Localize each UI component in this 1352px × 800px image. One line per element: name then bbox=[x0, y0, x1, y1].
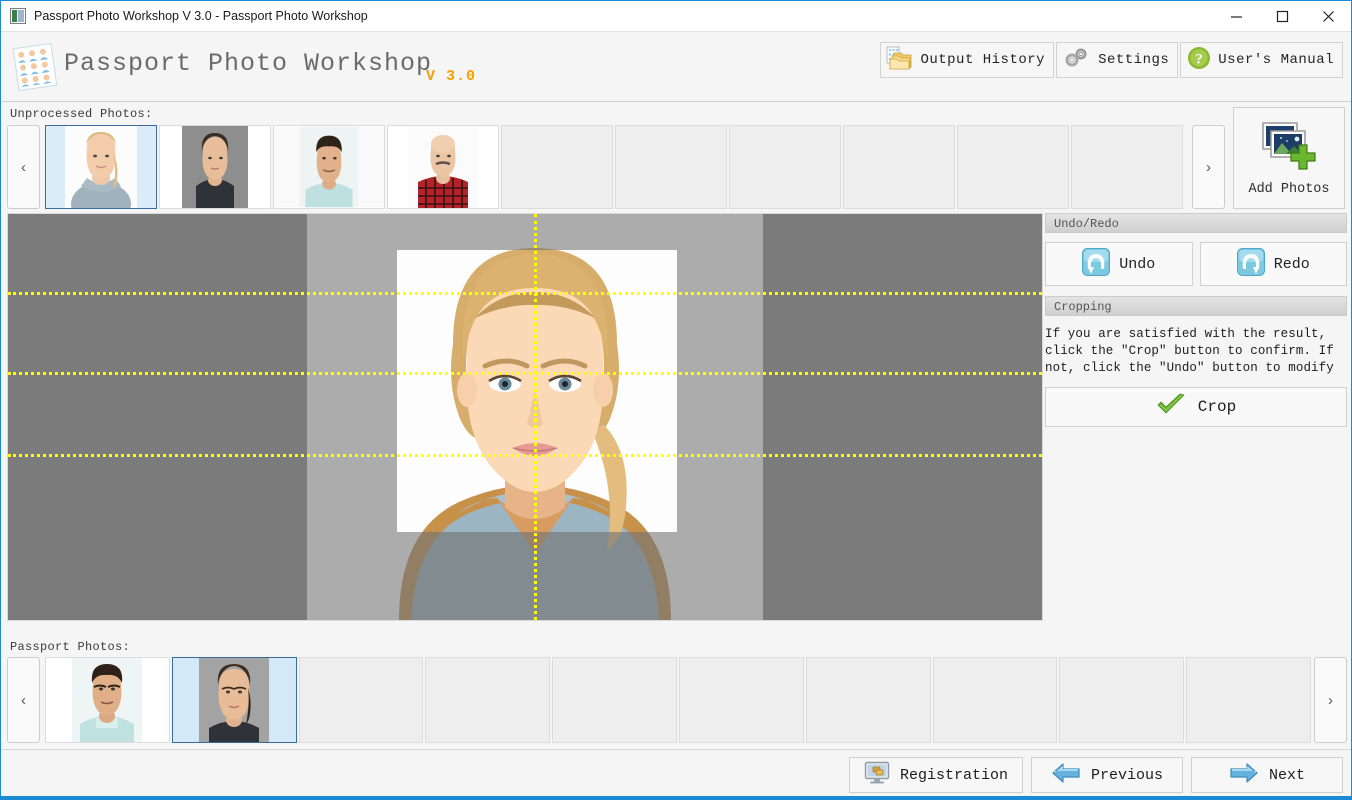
thumbnail-photo bbox=[49, 126, 153, 208]
blue-left-arrow-icon bbox=[1051, 762, 1081, 789]
passport-thumbnail-8[interactable] bbox=[932, 657, 1058, 743]
title-bar: Passport Photo Workshop V 3.0 - Passport… bbox=[1, 1, 1351, 32]
undo-redo-group-title: Undo/Redo bbox=[1045, 213, 1347, 233]
redo-arrow-icon bbox=[1236, 247, 1265, 281]
version-label: V 3.0 bbox=[426, 68, 477, 85]
users-manual-button[interactable]: ? User's Manual bbox=[1180, 42, 1343, 78]
thumbnail-photo bbox=[274, 126, 384, 208]
application-window: Passport Photo Workshop V 3.0 - Passport… bbox=[0, 0, 1352, 800]
folder-stack-icon bbox=[886, 45, 914, 76]
passport-thumbnail-4[interactable] bbox=[425, 657, 551, 743]
passport-thumbnail-3[interactable] bbox=[298, 657, 424, 743]
passport-photos-label: Passport Photos: bbox=[10, 640, 131, 654]
redo-label: Redo bbox=[1273, 255, 1310, 273]
gears-icon bbox=[1062, 45, 1092, 76]
crop-label: Crop bbox=[1197, 398, 1237, 416]
editor-photo bbox=[307, 214, 763, 620]
footer-buttons: Registration Previous Next bbox=[848, 757, 1343, 793]
unprocessed-thumbnail-1[interactable] bbox=[45, 125, 157, 209]
passport-photo-sheet-logo bbox=[12, 42, 58, 92]
app-header: Passport Photo Workshop V 3.0 Output His… bbox=[2, 32, 1351, 102]
green-check-icon bbox=[1156, 393, 1186, 422]
undo-redo-buttons: Undo Redo bbox=[1045, 242, 1347, 286]
undo-arrow-icon bbox=[1082, 247, 1111, 281]
next-button[interactable]: Next bbox=[1191, 757, 1343, 793]
registration-monitor-icon bbox=[864, 761, 890, 790]
redo-button[interactable]: Redo bbox=[1199, 242, 1347, 286]
unprocessed-thumbnail-7[interactable] bbox=[729, 125, 841, 209]
add-photos-button[interactable]: Add Photos bbox=[1233, 107, 1345, 209]
unprocessed-thumbnail-row bbox=[45, 125, 1188, 209]
unprocessed-thumbnail-10[interactable] bbox=[1071, 125, 1183, 209]
passport-thumbnail-1[interactable] bbox=[45, 657, 170, 743]
page-title: Passport Photo Workshop bbox=[64, 49, 433, 78]
output-history-button[interactable]: Output History bbox=[880, 42, 1055, 78]
registration-label: Registration bbox=[899, 766, 1008, 784]
unprocessed-thumbnail-2[interactable] bbox=[159, 125, 271, 209]
registration-button[interactable]: Registration bbox=[848, 757, 1023, 793]
photo-editor-canvas[interactable] bbox=[7, 213, 1043, 621]
unprocessed-thumbnail-9[interactable] bbox=[957, 125, 1069, 209]
users-manual-label: User's Manual bbox=[1218, 52, 1334, 68]
unprocessed-thumbnail-8[interactable] bbox=[843, 125, 955, 209]
green-question-mark-icon: ? bbox=[1186, 45, 1212, 76]
unprocessed-scroll-left-button[interactable]: ‹ bbox=[7, 125, 40, 209]
header-toolbar: Output History Settings ? User's Manual bbox=[880, 42, 1343, 78]
passport-thumbnail-row bbox=[45, 657, 1311, 743]
minimize-button[interactable] bbox=[1213, 1, 1259, 32]
svg-text:?: ? bbox=[1196, 51, 1204, 67]
chevron-left-icon: ‹ bbox=[21, 158, 26, 176]
maximize-button[interactable] bbox=[1259, 1, 1305, 32]
previous-button[interactable]: Previous bbox=[1031, 757, 1183, 793]
thumbnail-photo bbox=[72, 658, 143, 742]
undo-button[interactable]: Undo bbox=[1045, 242, 1193, 286]
unprocessed-photos-strip: ‹ › bbox=[7, 125, 1225, 209]
thumbnail-photo bbox=[182, 126, 248, 208]
passport-thumbnail-5[interactable] bbox=[552, 657, 677, 743]
unprocessed-photos-label: Unprocessed Photos: bbox=[10, 107, 153, 121]
previous-label: Previous bbox=[1090, 766, 1163, 784]
cropping-instruction: If you are satisfied with the result, cl… bbox=[1045, 327, 1334, 375]
chevron-right-icon: › bbox=[1328, 691, 1333, 709]
window-title: Passport Photo Workshop V 3.0 - Passport… bbox=[34, 9, 368, 23]
passport-thumbnail-6[interactable] bbox=[678, 657, 804, 743]
passport-thumbnail-10[interactable] bbox=[1186, 657, 1311, 743]
settings-label: Settings bbox=[1098, 52, 1170, 68]
chevron-left-icon: ‹ bbox=[21, 691, 26, 709]
window-bottom-accent bbox=[1, 796, 1351, 799]
blue-right-arrow-icon bbox=[1229, 762, 1259, 789]
passport-scroll-right-button[interactable]: › bbox=[1314, 657, 1347, 743]
undo-label: Undo bbox=[1119, 255, 1156, 273]
right-tools-panel: Undo/Redo Undo Redo Cropping If you are … bbox=[1045, 213, 1347, 621]
crop-button[interactable]: Crop bbox=[1045, 387, 1347, 427]
window-controls bbox=[1213, 1, 1351, 32]
output-history-label: Output History bbox=[920, 52, 1046, 68]
thumbnail-photo bbox=[408, 126, 478, 208]
unprocessed-thumbnail-4[interactable] bbox=[387, 125, 499, 209]
close-button[interactable] bbox=[1305, 1, 1351, 32]
app-window-icon bbox=[10, 8, 26, 24]
chevron-right-icon: › bbox=[1206, 158, 1211, 176]
passport-thumbnail-9[interactable] bbox=[1059, 657, 1185, 743]
passport-scroll-left-button[interactable]: ‹ bbox=[7, 657, 40, 743]
unprocessed-thumbnail-5[interactable] bbox=[501, 125, 613, 209]
add-photos-icon bbox=[1257, 119, 1321, 176]
passport-thumbnail-2[interactable] bbox=[171, 657, 297, 743]
footer-bar: Registration Previous Next bbox=[1, 750, 1351, 799]
unprocessed-thumbnail-6[interactable] bbox=[615, 125, 727, 209]
unprocessed-scroll-right-button[interactable]: › bbox=[1192, 125, 1225, 209]
settings-button[interactable]: Settings bbox=[1056, 42, 1179, 78]
next-label: Next bbox=[1268, 766, 1305, 784]
unprocessed-thumbnail-3[interactable] bbox=[273, 125, 385, 209]
editor-photo-image bbox=[307, 214, 763, 620]
passport-thumbnail-7[interactable] bbox=[805, 657, 931, 743]
add-photos-label: Add Photos bbox=[1248, 182, 1330, 197]
thumbnail-photo bbox=[199, 658, 270, 742]
cropping-group-title: Cropping bbox=[1045, 296, 1347, 316]
passport-photos-strip: ‹ › bbox=[7, 657, 1347, 743]
